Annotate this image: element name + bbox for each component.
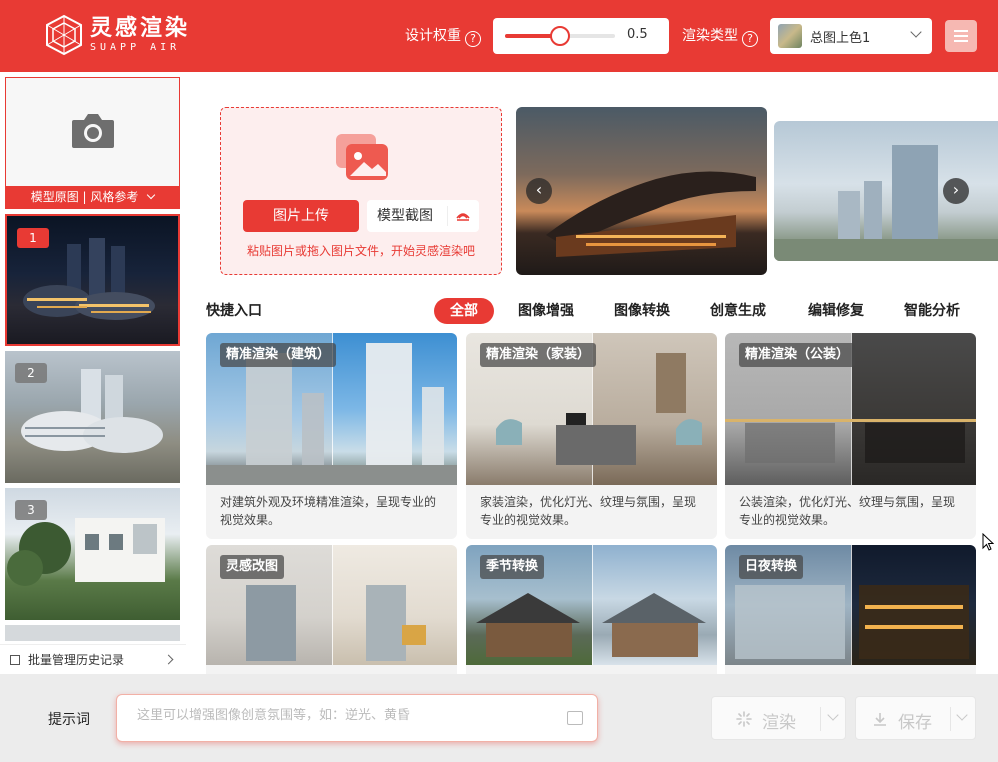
download-icon xyxy=(874,713,886,726)
card-description: 对建筑外观及环境精准渲染，呈现专业的视觉效果。 xyxy=(220,495,437,527)
logo-title: 灵感渲染 xyxy=(90,16,191,41)
image-icon[interactable] xyxy=(567,711,583,725)
card-title: 日夜转换 xyxy=(739,555,804,579)
carousel-image xyxy=(546,171,756,257)
feature-card[interactable]: 季节转换 xyxy=(466,545,717,674)
upload-hint: 粘贴图片或拖入图片文件，开始灵感渲染吧 xyxy=(246,244,475,258)
main-content: 图片上传 模型截图 粘贴图片或拖入图片文件，开始灵感渲染吧 ‹ › 快捷入口 全… xyxy=(186,72,998,674)
model-upload-card[interactable]: 模型原图 | 风格参考 xyxy=(5,77,180,209)
prompt-bar: 提示词 渲染 保存 xyxy=(0,674,998,762)
history-index-badge: 2 xyxy=(15,363,47,383)
reference-dropdown[interactable]: 模型原图 | 风格参考 xyxy=(6,186,179,208)
render-type-value: 总图上色1 xyxy=(810,31,871,46)
chevron-down-icon[interactable] xyxy=(827,709,839,721)
tab-image-enhance[interactable]: 图像增强 xyxy=(514,298,578,324)
card-description: 家装渲染，优化灯光、纹理与氛围，呈现专业的视觉效果。 xyxy=(480,495,697,527)
prompt-label: 提示词 xyxy=(48,712,90,728)
feature-card[interactable]: 精准渲染（家装） 家装渲染，优化灯光、纹理与氛围，呈现专业的视觉效果。 xyxy=(466,333,717,539)
card-description: 公装渲染，优化灯光、纹理与氛围，呈现专业的视觉效果。 xyxy=(739,495,956,527)
feature-card[interactable]: 精准渲染（建筑） 对建筑外观及环境精准渲染，呈现专业的视觉效果。 xyxy=(206,333,457,539)
card-title: 精准渲染（建筑） xyxy=(220,343,337,367)
render-button[interactable]: 渲染 xyxy=(711,696,846,740)
chevron-right-icon xyxy=(163,654,174,665)
batch-history-link[interactable]: 批量管理历史记录 xyxy=(0,644,186,674)
card-title: 精准渲染（家装） xyxy=(480,343,597,367)
tab-smart-analysis[interactable]: 智能分析 xyxy=(900,298,964,324)
hamburger-icon xyxy=(954,30,968,32)
feature-card[interactable]: 灵感改图 xyxy=(206,545,457,674)
history-sidebar: 模型原图 | 风格参考 1 2 3 批量管理历史记录 xyxy=(0,72,186,674)
logo-icon xyxy=(46,14,82,56)
carousel-next-button[interactable]: › xyxy=(943,178,969,204)
chevron-down-icon xyxy=(147,190,156,200)
carousel-slide[interactable] xyxy=(516,107,767,275)
divider xyxy=(950,707,951,731)
render-type-text: 渲染类型 xyxy=(682,28,738,44)
history-item[interactable] xyxy=(5,625,180,641)
sketchup-icon xyxy=(456,213,470,221)
divider xyxy=(447,206,448,226)
hamburger-icon-line xyxy=(954,40,968,42)
feature-card[interactable]: 日夜转换 xyxy=(725,545,976,674)
prompt-input[interactable] xyxy=(137,708,557,723)
history-index-badge: 3 xyxy=(15,500,47,520)
quick-entry-title: 快捷入口 xyxy=(206,303,262,319)
history-item[interactable]: 1 xyxy=(5,214,180,346)
grid-icon xyxy=(10,655,20,665)
tab-creative[interactable]: 创意生成 xyxy=(706,298,770,324)
render-type-label: 渲染类型? xyxy=(682,26,758,47)
logo-subtitle: SUAPP AIR xyxy=(90,42,181,53)
chevron-down-icon[interactable] xyxy=(956,709,968,721)
menu-button[interactable] xyxy=(945,20,977,52)
tab-image-convert[interactable]: 图像转换 xyxy=(610,298,674,324)
history-item[interactable]: 2 xyxy=(5,351,180,483)
design-weight-track[interactable] xyxy=(505,26,615,46)
render-type-select[interactable]: 总图上色1 xyxy=(770,18,932,54)
render-label: 渲染 xyxy=(762,713,796,733)
divider xyxy=(820,707,821,731)
model-screenshot-button[interactable]: 模型截图 xyxy=(367,200,479,232)
image-drop-zone[interactable]: 图片上传 模型截图 粘贴图片或拖入图片文件，开始灵感渲染吧 xyxy=(220,107,502,275)
save-button[interactable]: 保存 xyxy=(855,696,976,740)
card-title: 灵感改图 xyxy=(220,555,285,579)
chevron-down-icon xyxy=(910,26,922,38)
app-logo: 灵感渲染 SUAPP AIR xyxy=(44,14,190,56)
help-icon[interactable]: ? xyxy=(465,31,481,47)
mouse-cursor-icon xyxy=(982,533,994,551)
design-weight-value: 0.5 xyxy=(627,27,648,42)
top-header: 灵感渲染 SUAPP AIR 设计权重? 0.5 渲染类型? 总图上色1 xyxy=(0,0,998,72)
design-weight-label: 设计权重? xyxy=(405,26,481,47)
help-icon[interactable]: ? xyxy=(742,31,758,47)
image-upload-icon xyxy=(336,134,388,180)
save-label: 保存 xyxy=(898,713,932,733)
image-upload-button[interactable]: 图片上传 xyxy=(243,200,359,232)
design-weight-slider-box: 0.5 xyxy=(493,18,669,54)
carousel-prev-button[interactable]: ‹ xyxy=(526,178,552,204)
camera-icon xyxy=(72,114,114,148)
hamburger-icon-line xyxy=(954,35,968,37)
design-weight-thumb[interactable] xyxy=(550,26,570,46)
tab-all[interactable]: 全部 xyxy=(434,298,494,324)
feature-card[interactable]: 精准渲染（公装） 公装渲染，优化灯光、纹理与氛围，呈现专业的视觉效果。 xyxy=(725,333,976,539)
history-index-badge: 1 xyxy=(17,228,49,248)
design-weight-text: 设计权重 xyxy=(405,28,461,44)
card-title: 季节转换 xyxy=(480,555,545,579)
prompt-box xyxy=(116,694,598,742)
card-title: 精准渲染（公装） xyxy=(739,343,856,367)
sparkle-icon xyxy=(736,711,752,727)
batch-history-label: 批量管理历史记录 xyxy=(28,653,125,667)
tab-edit-repair[interactable]: 编辑修复 xyxy=(804,298,868,324)
render-type-thumbnail xyxy=(778,24,802,48)
history-item[interactable]: 3 xyxy=(5,488,180,620)
model-screenshot-label: 模型截图 xyxy=(377,208,433,224)
reference-label: 模型原图 | 风格参考 xyxy=(30,190,139,204)
